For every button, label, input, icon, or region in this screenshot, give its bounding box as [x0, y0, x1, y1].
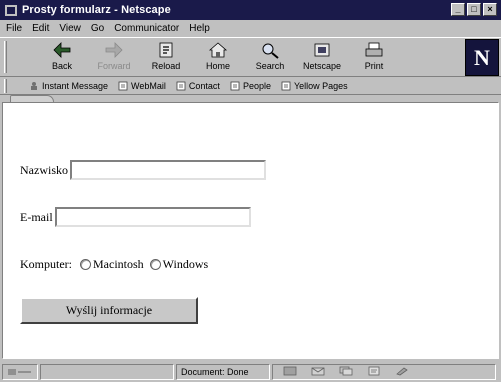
security-indicator[interactable] [2, 364, 38, 380]
forward-button[interactable]: Forward [92, 40, 136, 76]
netscape-label: Netscape [302, 61, 342, 71]
surname-input[interactable] [70, 160, 266, 180]
submit-button[interactable]: Wyślij informacje [20, 297, 198, 324]
browser-window: Prosty formularz - Netscape _ □ × File E… [0, 0, 501, 382]
netscape-logo[interactable]: N [465, 39, 499, 76]
print-icon [363, 40, 385, 60]
surname-row: Nazwisko [20, 160, 266, 180]
discussion-icon[interactable] [339, 366, 353, 379]
windows-label: Windows [162, 257, 209, 271]
bookmark-icon [176, 81, 186, 91]
window-controls: _ □ × [451, 3, 497, 16]
computer-label: Komputer: [20, 257, 72, 271]
status-bar: Document: Done [0, 362, 501, 382]
home-icon [207, 40, 229, 60]
surname-label: Nazwisko [20, 162, 68, 177]
radio-macintosh[interactable] [80, 259, 91, 270]
forward-label: Forward [97, 61, 131, 71]
title-bar: Prosty formularz - Netscape _ □ × [0, 0, 501, 20]
bookmark-instant-message[interactable]: Instant Message [29, 81, 108, 91]
navigator-icon[interactable] [283, 366, 297, 379]
email-input[interactable] [54, 207, 251, 227]
email-label: E-mail [20, 209, 53, 224]
back-button[interactable]: Back [40, 40, 84, 76]
print-button[interactable]: Print [352, 40, 396, 76]
menu-communicator[interactable]: Communicator [114, 23, 179, 34]
home-label: Home [205, 61, 230, 71]
forward-arrow-icon [103, 40, 125, 60]
macintosh-label: Macintosh [93, 257, 144, 271]
tools-icon[interactable] [395, 366, 409, 379]
bookmark-yellow-pages[interactable]: Yellow Pages [281, 81, 348, 91]
window-title: Prosty formularz - Netscape [22, 4, 171, 16]
search-icon [259, 40, 281, 60]
bookmark-label: Instant Message [42, 80, 109, 91]
netscape-button[interactable]: Netscape [300, 40, 344, 76]
connection-icon [8, 369, 31, 375]
toolbar-grip[interactable] [4, 41, 7, 73]
netscape-app-icon[interactable] [4, 4, 18, 16]
menu-view[interactable]: View [59, 23, 81, 34]
minimize-button[interactable]: _ [451, 3, 465, 16]
personal-toolbar-grip[interactable] [4, 78, 7, 93]
menu-help[interactable]: Help [189, 23, 210, 34]
print-label: Print [364, 61, 384, 71]
menu-go[interactable]: Go [91, 23, 104, 34]
home-button[interactable]: Home [196, 40, 240, 76]
bookmark-icon [230, 81, 240, 91]
reload-button[interactable]: Reload [144, 40, 188, 76]
reload-icon [155, 40, 177, 60]
bookmark-label: WebMail [131, 80, 166, 91]
status-text: Document: Done [176, 364, 270, 380]
toolbar-collapse-strip [0, 95, 501, 102]
bookmark-contact[interactable]: Contact [176, 81, 220, 91]
progress-meter [40, 364, 174, 380]
back-arrow-icon [51, 40, 73, 60]
search-button[interactable]: Search [248, 40, 292, 76]
bookmark-people[interactable]: People [230, 81, 271, 91]
close-button[interactable]: × [483, 3, 497, 16]
reload-label: Reload [151, 61, 181, 71]
bookmark-webmail[interactable]: WebMail [118, 81, 166, 91]
bookmark-label: Yellow Pages [293, 80, 348, 91]
menu-edit[interactable]: Edit [32, 23, 49, 34]
component-bar [272, 364, 496, 380]
composer-icon[interactable] [367, 366, 381, 379]
netscape-icon [311, 40, 333, 60]
page-content: Nazwisko E-mail Komputer: Macintosh Wind… [2, 102, 499, 359]
bookmark-icon [281, 81, 291, 91]
back-label: Back [51, 61, 72, 71]
instant-message-icon [29, 81, 39, 91]
maximize-button[interactable]: □ [467, 3, 481, 16]
personal-toolbar: Instant Message WebMail Contact People Y… [0, 77, 501, 95]
menu-file[interactable]: File [6, 23, 22, 34]
bookmark-label: People [242, 80, 271, 91]
menu-bar: File Edit View Go Communicator Help [0, 20, 501, 37]
bookmark-label: Contact [188, 80, 220, 91]
radio-windows[interactable] [149, 259, 161, 270]
search-label: Search [255, 61, 285, 71]
computer-row: Komputer: Macintosh Windows [20, 257, 208, 272]
navigation-toolbar: Back Forward Reload Home Search Netscape… [0, 37, 501, 77]
collapse-tab[interactable] [10, 95, 54, 102]
email-row: E-mail [20, 207, 251, 227]
bookmark-icon [118, 81, 128, 91]
mail-icon[interactable] [311, 366, 325, 379]
